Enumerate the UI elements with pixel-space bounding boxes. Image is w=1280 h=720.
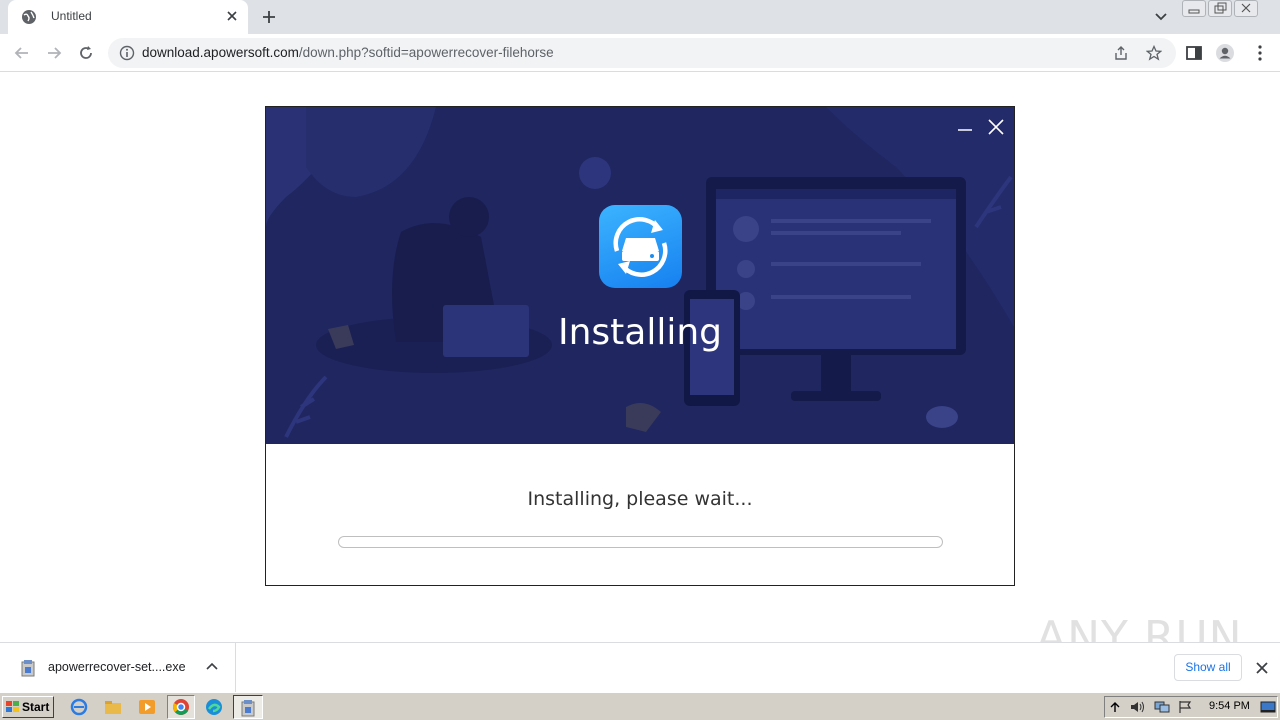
clock-text: 9:54 PM (1209, 700, 1250, 712)
url-path: /down.php?softid=apowerrecover-filehorse (298, 45, 554, 60)
dialog-close-icon[interactable] (986, 117, 1006, 137)
forward-arrow-icon[interactable] (44, 43, 64, 63)
more-menu-icon[interactable] (1250, 43, 1270, 63)
close-shelf-icon[interactable] (1254, 660, 1270, 676)
star-icon[interactable] (1146, 45, 1162, 61)
close-tab-icon[interactable] (224, 8, 240, 24)
windows-logo-icon (6, 701, 19, 712)
minimize-window-button[interactable] (1182, 0, 1206, 17)
install-progress-bar (338, 536, 943, 548)
reload-icon[interactable] (76, 43, 96, 63)
globe-icon (22, 10, 36, 24)
url-domain: download.apowersoft.com (142, 45, 299, 60)
chevron-up-icon[interactable] (205, 660, 219, 674)
installer-file-icon (241, 700, 255, 717)
tab-title: Untitled (51, 9, 92, 23)
chevron-down-icon[interactable] (1152, 9, 1170, 25)
chrome-taskbar-button[interactable] (167, 695, 195, 719)
start-label: Start (22, 700, 50, 714)
edge-icon[interactable] (205, 698, 223, 716)
drive-recovery-icon (613, 217, 668, 277)
info-icon[interactable] (119, 45, 135, 61)
browser-toolbar: download.apowersoft.com/down.php?softid=… (0, 34, 1280, 72)
chrome-icon (173, 699, 189, 715)
volume-icon[interactable] (1129, 700, 1147, 714)
download-file-name: apowerrecover-set....exe (48, 660, 186, 674)
show-all-button[interactable]: Show all (1174, 654, 1242, 681)
media-player-icon[interactable] (138, 698, 156, 716)
download-item[interactable]: apowerrecover-set....exe (0, 643, 236, 693)
installing-heading: Installing (557, 312, 723, 353)
url-text: download.apowersoft.com/down.php?softid=… (142, 45, 554, 60)
internet-explorer-icon[interactable] (70, 698, 88, 716)
action-center-flag-icon[interactable] (1177, 700, 1193, 714)
installer-file-icon (21, 660, 35, 677)
download-shelf: apowerrecover-set....exe Show all (0, 642, 1280, 693)
restore-window-button[interactable] (1208, 0, 1232, 17)
share-icon[interactable] (1113, 45, 1129, 61)
close-window-button[interactable] (1234, 0, 1258, 17)
dialog-minimize-icon[interactable] (956, 119, 974, 137)
network-icon[interactable] (1153, 700, 1171, 714)
tray-expand-icon[interactable] (1109, 700, 1121, 714)
tab-strip: Untitled (0, 0, 1280, 34)
side-panel-icon[interactable] (1184, 43, 1204, 63)
address-bar[interactable]: download.apowersoft.com/down.php?softid=… (108, 38, 1176, 68)
install-status-text: Installing, please wait... (527, 488, 753, 510)
installer-hero-banner: Installing (266, 107, 1014, 444)
file-explorer-icon[interactable] (104, 698, 122, 716)
profile-avatar-icon[interactable] (1215, 43, 1235, 63)
browser-tab[interactable]: Untitled (8, 0, 248, 34)
windows-taskbar: Start 9:54 PM (0, 692, 1280, 720)
apowerrecover-app-icon (599, 205, 682, 288)
start-button[interactable]: Start (2, 696, 54, 718)
new-tab-icon[interactable] (260, 8, 278, 26)
show-desktop-icon[interactable] (1260, 700, 1276, 714)
system-tray: 9:54 PM (1104, 696, 1278, 718)
back-arrow-icon[interactable] (12, 43, 32, 63)
installer-dialog: Installing Installing, please wait... (265, 106, 1015, 586)
window-controls (1182, 0, 1260, 18)
installer-taskbar-button[interactable] (233, 695, 263, 719)
